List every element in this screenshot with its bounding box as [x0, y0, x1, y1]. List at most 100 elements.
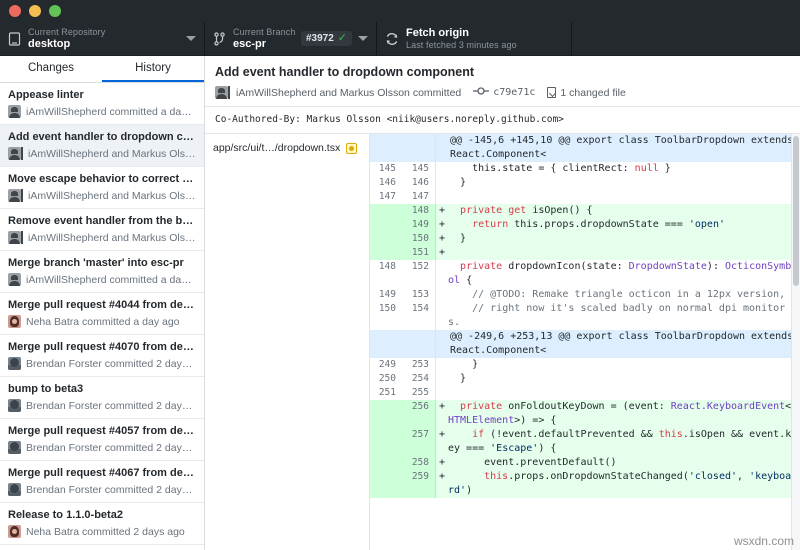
diff-scrollbar[interactable] — [791, 134, 800, 550]
diff-change-marker — [436, 288, 448, 302]
minimize-button[interactable] — [29, 5, 41, 17]
diff-new-line-number: 145 — [403, 162, 436, 176]
tab-changes[interactable]: Changes — [0, 56, 102, 82]
diff-new-line-number: 149 — [403, 218, 436, 232]
diff-new-line-number: 151 — [403, 246, 436, 260]
fetch-subtitle: Last fetched 3 minutes ago — [406, 40, 563, 51]
diff-new-line-number: 152 — [403, 260, 436, 288]
diff-line[interactable]: 250254 } — [370, 372, 800, 386]
diff-old-line-number — [370, 428, 403, 456]
current-repository-button[interactable]: Current Repository desktop — [0, 22, 205, 55]
diff-line[interactable]: 148+ private get isOpen() { — [370, 204, 800, 218]
sync-icon — [385, 32, 399, 46]
app-body: Changes History Appease linter iAmWillShe… — [0, 56, 800, 550]
diff-viewer[interactable]: @@ -145,6 +145,10 @@ export class Toolba… — [370, 134, 800, 550]
commit-list-item[interactable]: Merge pull request #4044 from des…Neha B… — [0, 293, 204, 335]
commit-item-byline: Brendan Forster committed 2 days ago — [26, 442, 196, 454]
changed-file-list[interactable]: app/src/ui/t…/dropdown.tsx — [205, 134, 370, 550]
commit-list-item[interactable]: Move escape behavior to correct co…iAmWi… — [0, 167, 204, 209]
diff-scrollbar-thumb[interactable] — [793, 136, 799, 286]
commit-list[interactable]: Appease linter iAmWillShepherd committed … — [0, 83, 204, 550]
diff-line[interactable]: 149153 // @TODO: Remake triangle octicon… — [370, 288, 800, 302]
commit-item-title: Merge pull request #4057 from desk… — [8, 424, 196, 439]
commit-list-item[interactable]: Merge pull request #4057 from desk… Brend… — [0, 419, 204, 461]
app-window: Current Repository desktop Current Branc… — [0, 0, 800, 550]
current-branch-button[interactable]: Current Branch esc-pr #3972 ✓ — [205, 22, 377, 55]
diff-line[interactable]: 258+ event.preventDefault() — [370, 456, 800, 470]
diff-line[interactable]: 148152 private dropdownIcon(state: Dropd… — [370, 260, 800, 288]
diff-line[interactable]: 150154 // right now it's scaled badly on… — [370, 302, 800, 330]
commit-list-item[interactable]: Merge pull request #4056 from desk… — [0, 545, 204, 550]
commit-item-meta: Brendan Forster committed 2 days ago — [8, 483, 196, 496]
diff-line[interactable]: 149+ return this.props.dropdownState ===… — [370, 218, 800, 232]
diff-line-content: @@ -249,6 +253,13 @@ export class Toolba… — [448, 330, 800, 358]
diff-old-line-number — [370, 456, 403, 470]
pull-request-badge[interactable]: #3972 ✓ — [301, 31, 352, 46]
diff-lines: @@ -145,6 +145,10 @@ export class Toolba… — [370, 134, 800, 498]
commit-item-meta: Neha Batra committed 2 days ago — [8, 525, 196, 538]
commit-list-item[interactable]: Appease linter iAmWillShepherd committed … — [0, 83, 204, 125]
commit-item-meta: iAmWillShepherd and Markus Olsson… — [8, 147, 196, 160]
diff-new-line-number — [403, 330, 436, 358]
avatar — [8, 189, 23, 202]
commit-list-item[interactable]: Merge pull request #4067 from desk…Brend… — [0, 461, 204, 503]
repo-label: Current Repository — [28, 27, 180, 38]
diff-old-line-number: 149 — [370, 288, 403, 302]
commit-list-item[interactable]: Release to 1.1.0-beta2Neha Batra committ… — [0, 503, 204, 545]
diff-line[interactable]: 150+ } — [370, 232, 800, 246]
diff-line[interactable]: 251255 — [370, 386, 800, 400]
tab-history[interactable]: History — [102, 56, 204, 82]
diff-line[interactable]: 249253 } — [370, 358, 800, 372]
changed-file-item[interactable]: app/src/ui/t…/dropdown.tsx — [205, 139, 369, 157]
diff-new-line-number: 253 — [403, 358, 436, 372]
commit-item-byline: Brendan Forster committed 2 days ago — [26, 358, 196, 370]
close-button[interactable] — [9, 5, 21, 17]
fetch-origin-button[interactable]: Fetch origin Last fetched 3 minutes ago — [377, 22, 572, 55]
chevron-down-icon — [358, 36, 368, 41]
diff-line[interactable]: 259+ this.props.onDropdownStateChanged('… — [370, 470, 800, 498]
commit-item-title: Merge pull request #4070 from desk… — [8, 340, 196, 355]
diff-line[interactable]: 256+ private onFoldoutKeyDown = (event: … — [370, 400, 800, 428]
avatar — [8, 483, 21, 496]
avatar — [8, 399, 21, 412]
branch-text: Current Branch esc-pr — [233, 27, 297, 51]
diff-change-marker: + — [436, 428, 448, 456]
changed-files-count: 1 changed file — [560, 87, 625, 99]
diff-line-content: // right now it's scaled badly on normal… — [448, 302, 800, 330]
commit-list-item[interactable]: Merge branch 'master' into esc-priAmWill… — [0, 251, 204, 293]
diff-line[interactable]: 147147 — [370, 190, 800, 204]
commit-list-item[interactable]: bump to beta3Brendan Forster committed 2… — [0, 377, 204, 419]
diff-line-content: if (!event.defaultPrevented && this.isOp… — [448, 428, 800, 456]
commit-item-byline: Brendan Forster committed 2 days ago — [26, 400, 196, 412]
changed-files-group[interactable]: 1 changed file — [547, 87, 625, 99]
commit-item-byline: iAmWillShepherd and Markus Olsson… — [28, 148, 196, 160]
avatar — [215, 86, 230, 99]
diff-change-marker — [436, 162, 448, 176]
diff-new-line-number: 256 — [403, 400, 436, 428]
diff-line-content: private onFoldoutKeyDown = (event: React… — [448, 400, 800, 428]
diff-new-line-number: 153 — [403, 288, 436, 302]
diff-line-content: } — [448, 176, 800, 190]
diff-change-marker: + — [436, 456, 448, 470]
diff-new-line-number: 148 — [403, 204, 436, 218]
commit-item-meta: Brendan Forster committed 2 days ago — [8, 441, 196, 454]
diff-line[interactable]: 257+ if (!event.defaultPrevented && this… — [370, 428, 800, 456]
commit-sha-group[interactable]: c79e71c — [473, 86, 535, 99]
commit-item-byline: iAmWillShepherd and Markus Olsson… — [28, 232, 196, 244]
commit-item-meta: iAmWillShepherd committed a day ago — [8, 105, 196, 118]
diff-hunk-header[interactable]: @@ -249,6 +253,13 @@ export class Toolba… — [370, 330, 800, 358]
diff-hunk-header[interactable]: @@ -145,6 +145,10 @@ export class Toolba… — [370, 134, 800, 162]
diff-line[interactable]: 145145 this.state = { clientRect: null } — [370, 162, 800, 176]
commit-item-title: Appease linter — [8, 88, 196, 103]
commit-list-item[interactable]: Remove event handler from the bran…iAmWi… — [0, 209, 204, 251]
diff-old-line-number: 250 — [370, 372, 403, 386]
diff-line[interactable]: 146146 } — [370, 176, 800, 190]
diff-change-marker — [436, 302, 448, 330]
commit-list-item[interactable]: Add event handler to dropdown com…iAmWil… — [0, 125, 204, 167]
zoom-button[interactable] — [49, 5, 61, 17]
diff-line[interactable]: 151+ — [370, 246, 800, 260]
diff-line-content: this.state = { clientRect: null } — [448, 162, 800, 176]
commit-sha: c79e71c — [493, 87, 535, 98]
commit-list-item[interactable]: Merge pull request #4070 from desk… Brend… — [0, 335, 204, 377]
diff-old-line-number — [370, 232, 403, 246]
